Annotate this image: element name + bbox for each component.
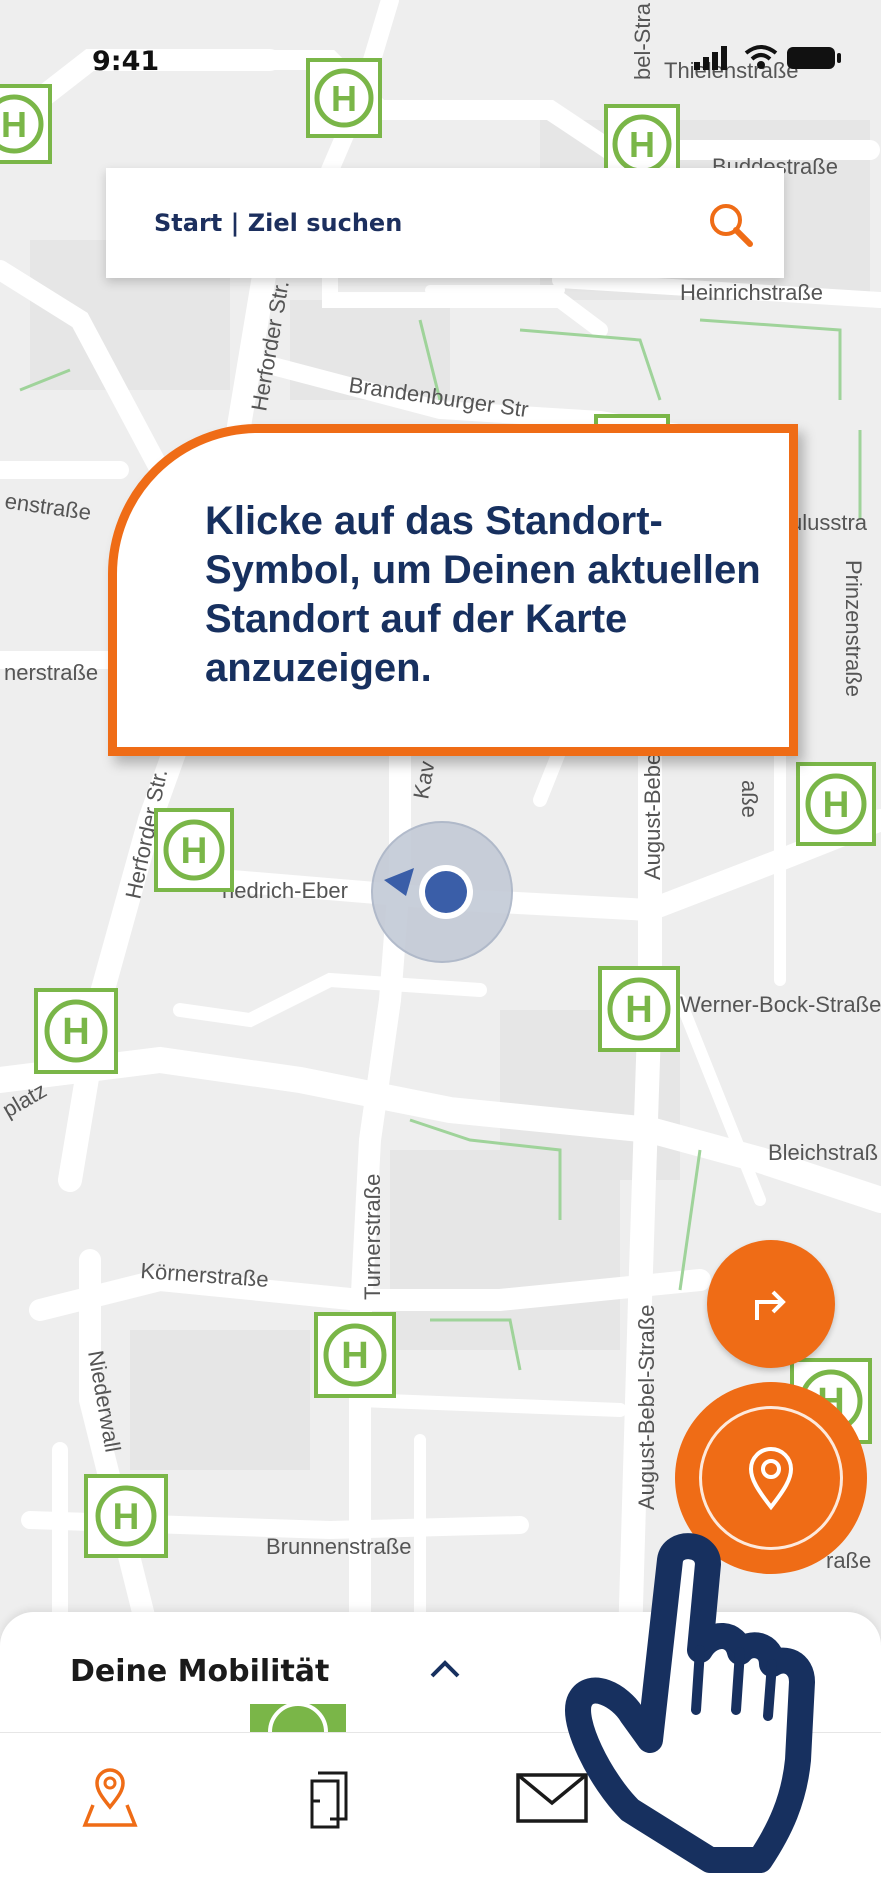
- chevron-up-icon[interactable]: [428, 1656, 462, 1680]
- svg-text:ulusstra: ulusstra: [790, 510, 868, 535]
- signal-icon: [694, 46, 727, 70]
- svg-text:Heinrichstraße: Heinrichstraße: [680, 280, 823, 305]
- svg-text:aße: aße: [737, 780, 762, 818]
- route-button[interactable]: [707, 1240, 835, 1368]
- pointing-hand-icon: [565, 1533, 815, 1873]
- app-screen: Thielenstraße Buddestraße Heinrichstraße…: [0, 0, 881, 1887]
- map-pin-icon: [82, 1768, 138, 1827]
- route-arrow-icon: [755, 1290, 786, 1320]
- svg-text:Turnerstraße: Turnerstraße: [360, 1174, 385, 1300]
- svg-text:H: H: [629, 124, 655, 165]
- bus-stop-icon[interactable]: H: [0, 84, 52, 164]
- bus-stop-icon[interactable]: H: [154, 808, 234, 892]
- onboarding-tooltip: Klicke auf das Standort-Symbol, um Deine…: [108, 424, 798, 756]
- svg-text:Werner-Bock-Straße: Werner-Bock-Straße: [680, 992, 881, 1017]
- tooltip-text: Klicke auf das Standort-Symbol, um Deine…: [205, 499, 761, 690]
- nav-tickets[interactable]: [220, 1733, 440, 1887]
- search-label: Start | Ziel suchen: [154, 209, 403, 237]
- bus-stop-icon[interactable]: H: [314, 1312, 396, 1398]
- bus-stop-icon[interactable]: H: [598, 966, 680, 1052]
- svg-text:H: H: [331, 78, 357, 119]
- bus-stop-icon[interactable]: H: [306, 58, 382, 138]
- search-icon[interactable]: [704, 198, 760, 254]
- svg-text:H: H: [625, 989, 652, 1031]
- status-time: 9:41: [92, 46, 160, 77]
- bus-stop-icon: [250, 1704, 346, 1732]
- svg-text:H: H: [1, 104, 27, 145]
- svg-text:nerstraße: nerstraße: [4, 660, 98, 685]
- svg-text:August-Bebe: August-Bebe: [640, 753, 665, 880]
- bus-stop-icon[interactable]: H: [796, 762, 876, 846]
- svg-text:H: H: [62, 1011, 89, 1053]
- svg-text:H: H: [113, 1496, 140, 1537]
- svg-text:H: H: [823, 784, 850, 825]
- svg-text:Brunnenstraße: Brunnenstraße: [266, 1534, 412, 1559]
- current-location-marker: [371, 821, 513, 963]
- battery-icon: [787, 47, 841, 69]
- bus-stop-icon[interactable]: H: [34, 988, 118, 1074]
- svg-text:Prinzenstraße: Prinzenstraße: [841, 560, 866, 697]
- wifi-icon: [744, 45, 778, 69]
- sheet-title: Deine Mobilität: [70, 1654, 330, 1689]
- search-bar[interactable]: Start | Ziel suchen: [106, 168, 784, 278]
- svg-text:H: H: [341, 1335, 368, 1377]
- ticket-icon: [310, 1771, 348, 1829]
- nav-map[interactable]: [0, 1733, 220, 1887]
- svg-text:Thielenstraße: Thielenstraße: [664, 58, 799, 83]
- svg-text:bel-Stra: bel-Stra: [630, 2, 655, 80]
- svg-text:H: H: [181, 830, 208, 871]
- bus-stop-icon[interactable]: H: [84, 1474, 168, 1558]
- svg-text:Bleichstraß: Bleichstraß: [768, 1140, 878, 1165]
- svg-text:riedrich-Eber: riedrich-Eber: [222, 878, 348, 903]
